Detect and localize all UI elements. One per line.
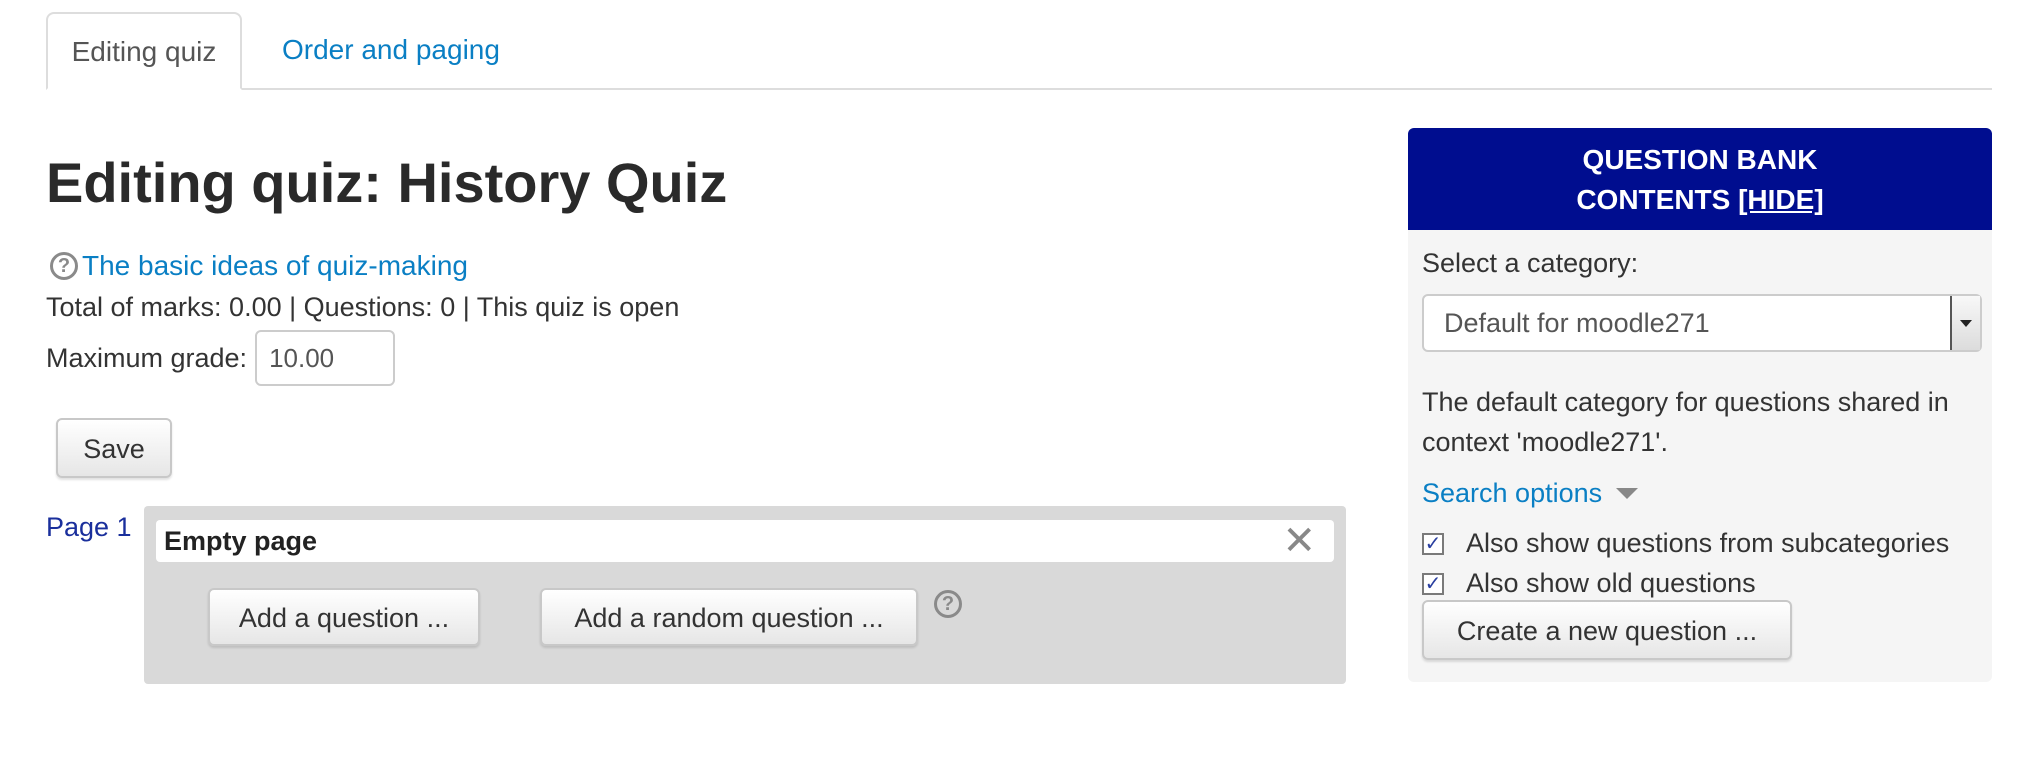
question-bank-title-line2: CONTENTS [HIDE]	[1408, 180, 1992, 220]
help-link[interactable]: The basic ideas of quiz-making	[82, 250, 468, 282]
category-description: The default category for questions share…	[1422, 387, 1949, 457]
maximum-grade-row: Maximum grade:	[46, 330, 396, 386]
empty-page-label: Empty page	[164, 526, 318, 556]
old-questions-option: ✓ Also show old questions	[1422, 568, 1756, 599]
search-options-label[interactable]: Search options	[1422, 478, 1602, 509]
old-questions-label[interactable]: Also show old questions	[1466, 568, 1756, 599]
chevron-down-icon[interactable]	[1950, 296, 1980, 350]
tab-order-and-paging[interactable]: Order and paging	[272, 12, 510, 88]
caret-down-icon[interactable]	[1616, 488, 1639, 499]
maximum-grade-input[interactable]	[255, 330, 396, 386]
page-section: Empty page ✕ Add a question ... Add a ra…	[144, 506, 1346, 684]
page-header: Empty page ✕	[156, 520, 1334, 562]
subcategories-label[interactable]: Also show questions from subcategories	[1466, 528, 1949, 559]
old-questions-checkbox[interactable]: ✓	[1422, 572, 1444, 595]
help-link-row[interactable]: ? The basic ideas of quiz-making	[50, 250, 468, 282]
question-bank-header: QUESTION BANK CONTENTS [HIDE]	[1408, 128, 1992, 230]
add-question-button[interactable]: Add a question ...	[208, 588, 480, 646]
tab-bar: Editing quiz Order and paging	[46, 12, 1992, 90]
quiz-summary: Total of marks: 0.00 | Questions: 0 | Th…	[46, 292, 680, 322]
subcategories-option: ✓ Also show questions from subcategories	[1422, 528, 1949, 559]
create-new-question-button[interactable]: Create a new question ...	[1422, 600, 1792, 660]
category-label: Select a category:	[1422, 248, 1639, 278]
question-circle-icon[interactable]: ?	[934, 590, 962, 618]
close-icon[interactable]: ✕	[1282, 520, 1316, 562]
tab-editing-quiz[interactable]: Editing quiz	[46, 12, 242, 90]
hide-link[interactable]: [HIDE]	[1738, 184, 1824, 215]
category-select-value: Default for moodle271	[1444, 308, 1710, 338]
save-button[interactable]: Save	[56, 418, 172, 478]
search-options-toggle[interactable]: Search options	[1422, 478, 1639, 509]
question-bank-panel: QUESTION BANK CONTENTS [HIDE] Select a c…	[1408, 128, 1992, 682]
add-random-question-button[interactable]: Add a random question ...	[540, 588, 918, 646]
question-circle-icon[interactable]: ?	[50, 252, 78, 280]
subcategories-checkbox[interactable]: ✓	[1422, 532, 1444, 555]
question-bank-title-contents: CONTENTS	[1576, 184, 1739, 215]
category-select[interactable]: Default for moodle271	[1422, 294, 1982, 352]
maximum-grade-label: Maximum grade:	[46, 342, 248, 373]
page-number-label: Page 1	[46, 512, 132, 542]
question-bank-title-line1: QUESTION BANK	[1582, 144, 1818, 175]
page-title: Editing quiz: History Quiz	[46, 151, 728, 214]
